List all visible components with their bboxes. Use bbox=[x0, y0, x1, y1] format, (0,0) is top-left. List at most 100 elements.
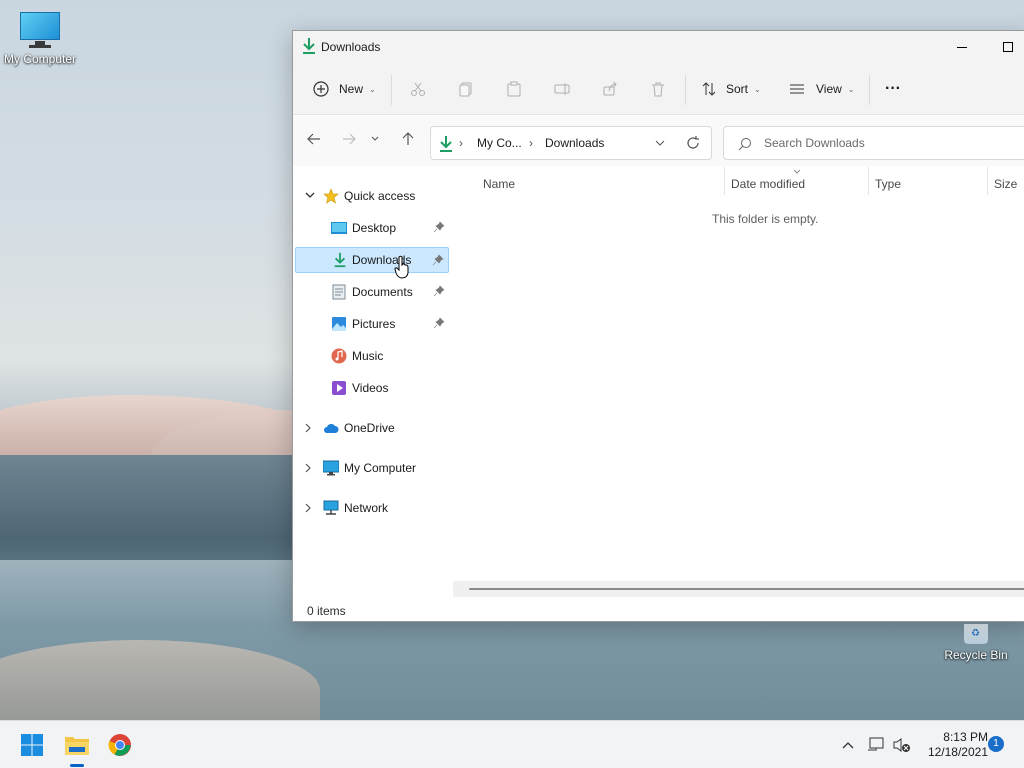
chevron-down-icon[interactable] bbox=[655, 140, 665, 147]
pin-icon[interactable] bbox=[433, 285, 445, 297]
forward-button[interactable] bbox=[336, 126, 362, 152]
nav-network[interactable]: Network bbox=[295, 495, 449, 521]
navigation-bar: › My Co... › Downloads Search Downloads bbox=[293, 116, 1024, 166]
nav-label: Pictures bbox=[352, 317, 396, 331]
nav-pictures[interactable]: Pictures bbox=[295, 311, 449, 337]
column-header-date-modified[interactable]: Date modified bbox=[731, 177, 805, 191]
volume-button[interactable] bbox=[888, 729, 916, 761]
more-options-button[interactable]: ··· bbox=[885, 73, 901, 105]
pin-icon[interactable] bbox=[433, 317, 445, 329]
command-bar: New ⌄ Sort ⌄ View ⌄ ··· bbox=[293, 63, 1024, 115]
speaker-muted-icon bbox=[893, 738, 910, 752]
chevron-right-icon[interactable] bbox=[305, 423, 312, 433]
file-list: Name Date modified Type Size This folder… bbox=[453, 167, 1024, 597]
chevron-down-icon: ⌄ bbox=[369, 84, 376, 94]
minimize-button[interactable] bbox=[939, 31, 985, 63]
maximize-button[interactable] bbox=[985, 31, 1024, 63]
status-item-count: 0 items bbox=[307, 604, 346, 618]
chevron-right-icon[interactable] bbox=[305, 463, 312, 473]
desktop-icon-my-computer[interactable]: My Computer bbox=[0, 12, 80, 66]
view-button[interactable]: View ⌄ bbox=[789, 73, 855, 105]
share-button[interactable] bbox=[602, 73, 618, 105]
clock-date: 12/18/2021 bbox=[927, 745, 988, 759]
view-icon bbox=[790, 84, 804, 94]
minimize-icon bbox=[957, 46, 967, 48]
rename-icon bbox=[554, 83, 570, 95]
breadcrumb-my-computer[interactable]: My Co... bbox=[477, 136, 522, 150]
new-button[interactable]: New ⌄ bbox=[313, 73, 376, 105]
rename-button[interactable] bbox=[554, 73, 570, 105]
nav-label: Desktop bbox=[352, 221, 397, 235]
sort-icon bbox=[702, 82, 716, 96]
arrow-left-icon bbox=[307, 133, 320, 145]
window-title: Downloads bbox=[321, 40, 381, 54]
navigation-pane: Quick access Desktop Downloads Documents… bbox=[293, 167, 453, 597]
nav-downloads[interactable]: Downloads bbox=[295, 247, 449, 273]
copy-icon bbox=[459, 82, 472, 97]
music-icon bbox=[331, 348, 347, 364]
network-status-button[interactable] bbox=[862, 729, 890, 761]
scrollbar-thumb[interactable] bbox=[469, 588, 1024, 590]
desktop-icon-label: My Computer bbox=[3, 52, 77, 66]
taskbar: 8:13 PM 12/18/2021 1 bbox=[0, 720, 1024, 768]
pin-icon[interactable] bbox=[432, 254, 444, 266]
chevron-down-icon: ⌄ bbox=[847, 84, 855, 94]
system-clock[interactable]: 8:13 PM 12/18/2021 bbox=[918, 730, 988, 760]
back-button[interactable] bbox=[301, 126, 327, 152]
folder-icon bbox=[65, 737, 89, 755]
recent-locations-button[interactable] bbox=[366, 126, 384, 152]
taskbar-chrome[interactable] bbox=[104, 729, 136, 761]
up-button[interactable] bbox=[395, 126, 421, 152]
nav-documents[interactable]: Documents bbox=[295, 279, 449, 305]
desktop-icon-recycle-bin[interactable]: ♻ Recycle Bin bbox=[936, 620, 1016, 662]
monitor-icon bbox=[19, 12, 61, 48]
refresh-icon[interactable] bbox=[686, 136, 700, 150]
nav-label: My Computer bbox=[344, 461, 417, 475]
share-icon bbox=[603, 81, 617, 96]
show-hidden-icons-button[interactable] bbox=[834, 729, 862, 761]
column-divider bbox=[868, 167, 869, 195]
cut-button[interactable] bbox=[410, 73, 426, 105]
notification-badge[interactable]: 1 bbox=[988, 736, 1004, 752]
column-header-name[interactable]: Name bbox=[483, 177, 515, 191]
chevron-up-icon bbox=[842, 742, 854, 749]
search-box[interactable]: Search Downloads bbox=[723, 126, 1024, 160]
nav-label: Quick access bbox=[344, 189, 416, 203]
pin-icon[interactable] bbox=[433, 221, 445, 233]
taskbar-file-explorer[interactable] bbox=[61, 729, 93, 761]
nav-label: Network bbox=[344, 501, 389, 515]
empty-folder-message: This folder is empty. bbox=[712, 212, 819, 226]
nav-desktop[interactable]: Desktop bbox=[295, 215, 449, 241]
address-bar[interactable]: › My Co... › Downloads bbox=[430, 126, 712, 160]
hand-cursor-icon bbox=[394, 255, 409, 279]
download-icon bbox=[440, 136, 452, 152]
breadcrumb-downloads[interactable]: Downloads bbox=[545, 136, 604, 150]
paste-button[interactable] bbox=[506, 73, 522, 105]
nav-my-computer[interactable]: My Computer bbox=[295, 455, 449, 481]
copy-button[interactable] bbox=[458, 73, 474, 105]
column-header-size[interactable]: Size bbox=[994, 177, 1017, 191]
title-bar[interactable]: Downloads bbox=[293, 31, 1024, 63]
chevron-right-icon[interactable] bbox=[305, 503, 312, 513]
breadcrumb-separator-icon: › bbox=[459, 136, 463, 150]
chevron-down-icon bbox=[371, 136, 379, 141]
cloud-icon bbox=[324, 423, 339, 433]
divider bbox=[391, 75, 392, 105]
sort-button[interactable]: Sort ⌄ bbox=[701, 73, 761, 105]
paste-icon bbox=[507, 81, 521, 97]
divider bbox=[685, 75, 686, 105]
column-divider bbox=[987, 167, 988, 195]
horizontal-scrollbar[interactable] bbox=[453, 581, 1024, 597]
pictures-icon bbox=[332, 317, 346, 331]
delete-button[interactable] bbox=[650, 73, 666, 105]
column-header-type[interactable]: Type bbox=[875, 177, 901, 191]
nav-onedrive[interactable]: OneDrive bbox=[295, 415, 449, 441]
nav-quick-access[interactable]: Quick access bbox=[295, 183, 449, 209]
maximize-icon bbox=[1003, 42, 1013, 52]
start-button[interactable] bbox=[16, 729, 48, 761]
chevron-down-icon[interactable] bbox=[305, 192, 315, 199]
download-icon bbox=[334, 252, 346, 268]
network-icon bbox=[323, 500, 339, 515]
nav-videos[interactable]: Videos bbox=[295, 375, 449, 401]
nav-music[interactable]: Music bbox=[295, 343, 449, 369]
